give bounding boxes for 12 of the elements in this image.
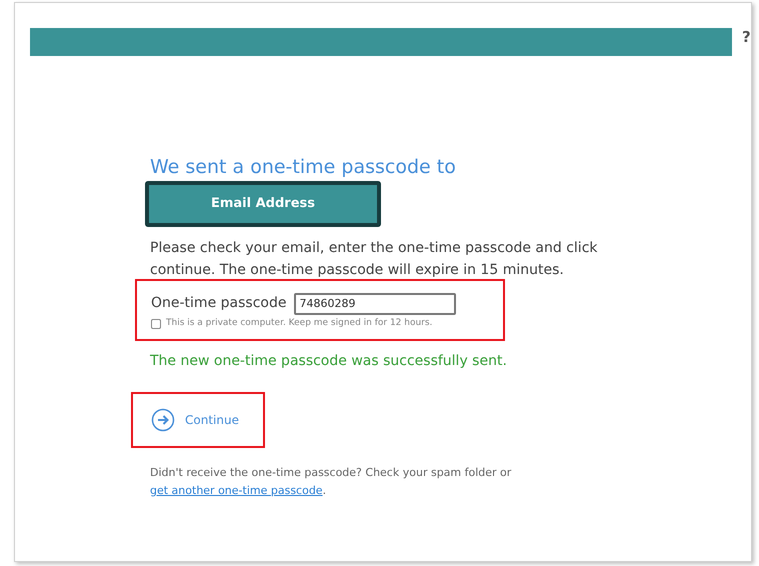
success-message: The new one-time passcode was successfully sent. (150, 352, 507, 371)
help-text: Didn't receive the one-time passcode? Check your spam folder or get another one-time passcode. (150, 464, 512, 499)
resend-link[interactable]: get another one-time passcode (150, 484, 323, 497)
remember-label: This is a private computer. Keep me signed in for 12 hours. (166, 316, 432, 330)
page-heading: We sent a one-time passcode to (150, 156, 456, 180)
arrow-circle-icon (151, 408, 175, 432)
remember-checkbox[interactable] (151, 318, 161, 328)
email-address-box: Email Address (145, 180, 381, 227)
help-link[interactable]: ? (742, 26, 751, 48)
passcode-field[interactable]: 74860289 (294, 292, 456, 315)
passcode-label: One-time passcode (151, 294, 286, 314)
instructions-text: Please check your email, enter the one-time passcode and click continue. The one-time passcode will expire in 15 minutes. (150, 238, 599, 280)
